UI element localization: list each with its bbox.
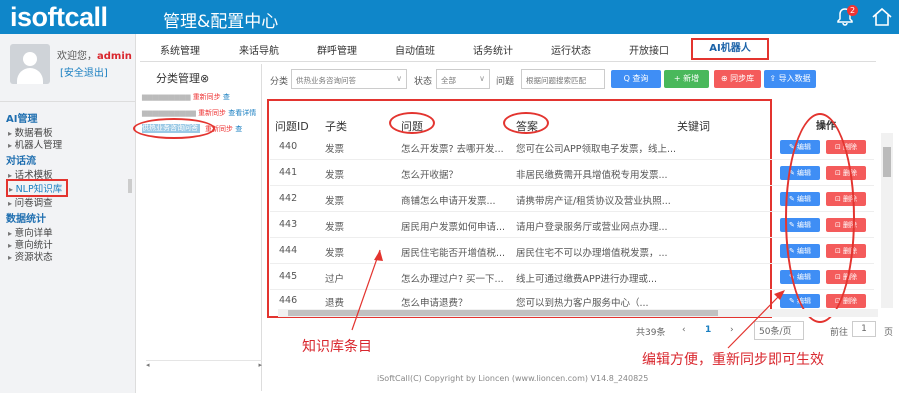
footer-copyright: iSoftCall(C) Copyright by Lioncen (www.l… <box>377 374 649 383</box>
annotation-arrows <box>351 249 785 349</box>
annotation-knowledge: 知识库条目 <box>302 339 372 355</box>
annotation-edit: 编辑方便，重新同步即可生效 <box>642 352 824 368</box>
